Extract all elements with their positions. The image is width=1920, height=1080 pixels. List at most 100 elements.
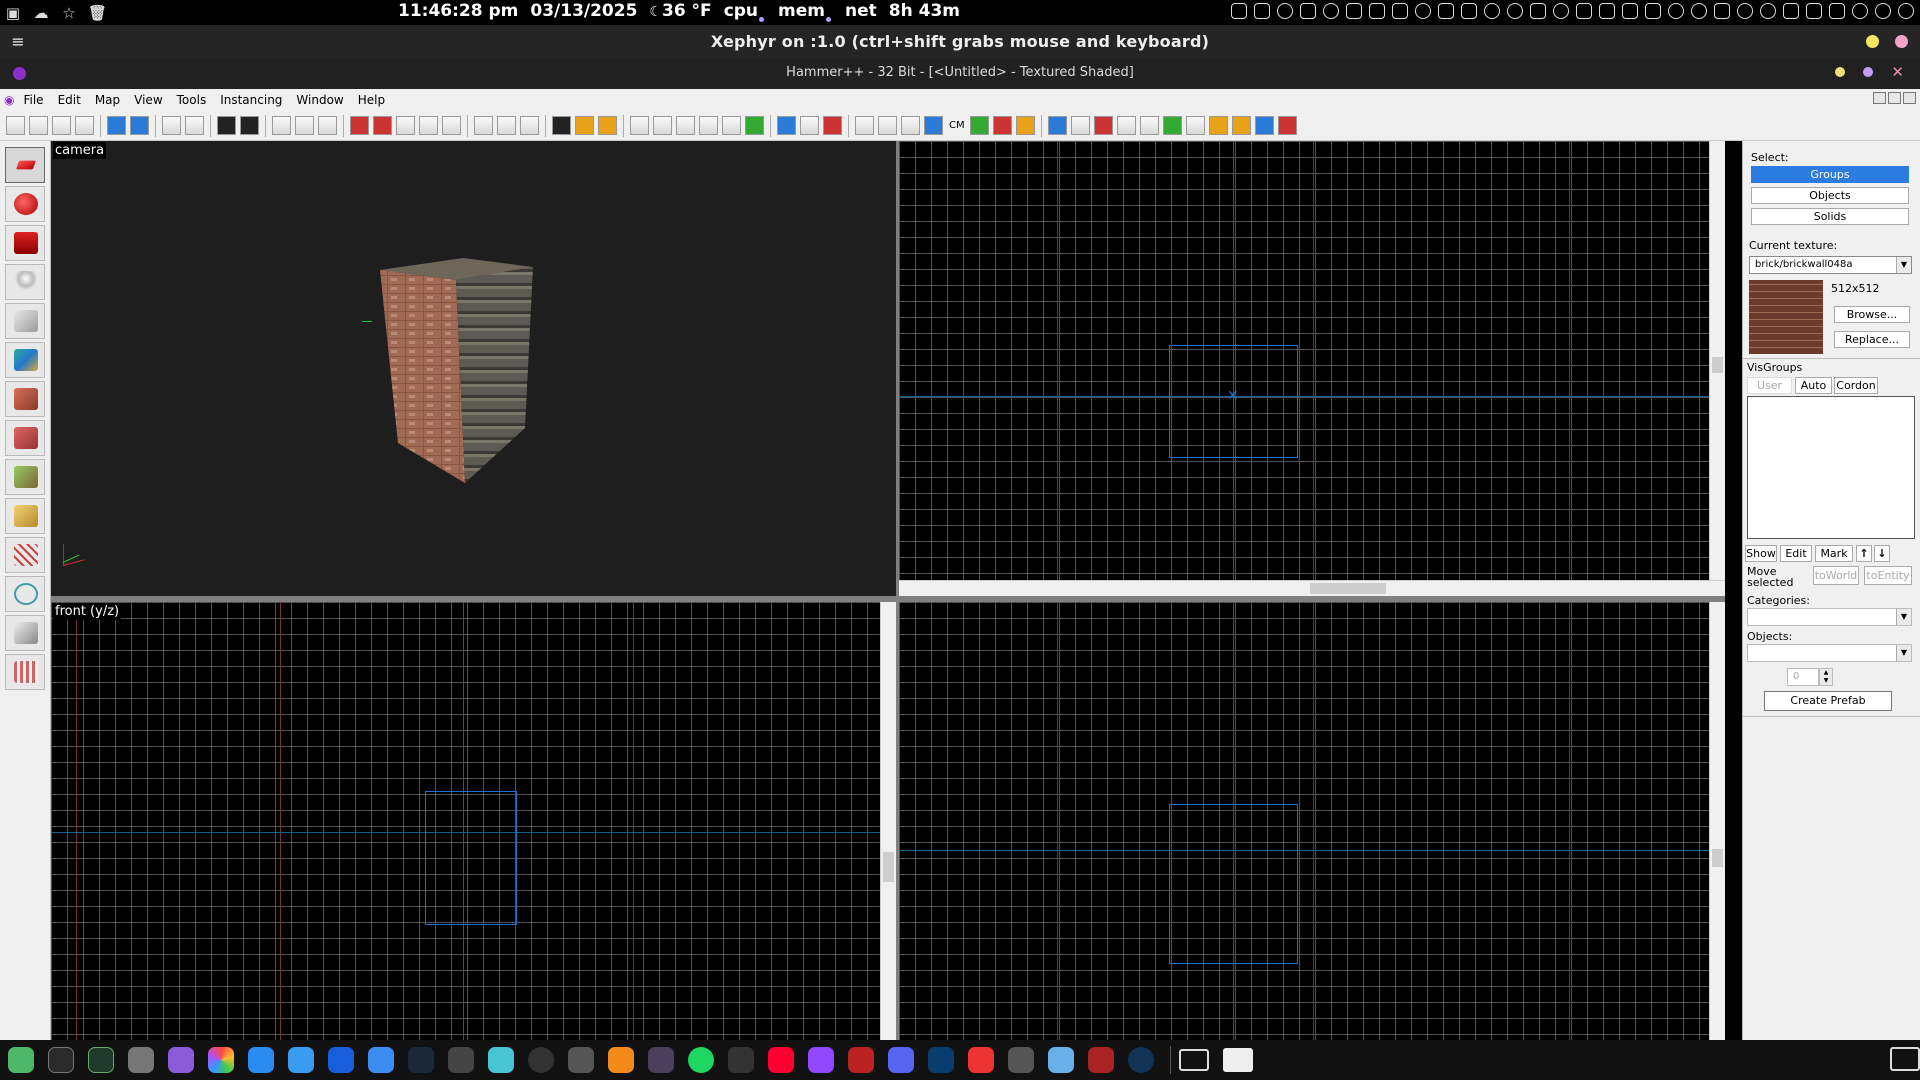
- camera-viewport[interactable]: camera: [51, 141, 896, 596]
- system-monitor-app-icon[interactable]: [88, 1047, 114, 1073]
- texture-app-icon[interactable]: [676, 116, 695, 135]
- steam-app-icon[interactable]: [408, 1047, 434, 1073]
- camera-tool[interactable]: [5, 225, 45, 261]
- select-all-icon[interactable]: [1070, 116, 1090, 135]
- load-icon[interactable]: [240, 116, 259, 135]
- spotify-app-icon[interactable]: [688, 1047, 714, 1073]
- grid-toggle-icon[interactable]: [6, 116, 25, 135]
- app-store-icon[interactable]: [248, 1047, 274, 1073]
- tray-sync-icon[interactable]: [1507, 3, 1523, 19]
- visgroup-mark-button[interactable]: Mark: [1815, 545, 1853, 562]
- tray-clipboard-icon[interactable]: [1346, 3, 1362, 19]
- tray-cursor-icon[interactable]: [1622, 3, 1638, 19]
- model-icon[interactable]: [878, 116, 897, 135]
- top-viewport[interactable]: ✕: [899, 141, 1725, 596]
- menu-window[interactable]: Window: [289, 93, 350, 107]
- viewport-vertical-splitter[interactable]: [896, 141, 899, 1040]
- tray-refresh-icon[interactable]: [1875, 3, 1891, 19]
- tray-record-icon[interactable]: [1323, 3, 1339, 19]
- menu-help[interactable]: Help: [351, 93, 392, 107]
- viewport-horizontal-splitter[interactable]: [51, 596, 1725, 602]
- cut-icon[interactable]: [474, 116, 493, 135]
- screen-app-icon[interactable]: [488, 1047, 514, 1073]
- twitch-app-icon[interactable]: [808, 1047, 834, 1073]
- brush-tool[interactable]: [5, 654, 45, 690]
- brick-cube[interactable]: [370, 258, 575, 483]
- tray-brightness-icon[interactable]: [1691, 3, 1707, 19]
- overlay-tool[interactable]: [5, 459, 45, 495]
- paste-icon[interactable]: [520, 116, 539, 135]
- radius-icon[interactable]: [1185, 116, 1205, 135]
- texture-lock-icon[interactable]: [272, 116, 291, 135]
- tray-book-icon[interactable]: [1392, 3, 1408, 19]
- magnify-tool[interactable]: [5, 186, 45, 222]
- run-map-icon[interactable]: [217, 116, 236, 135]
- prop-icon[interactable]: [1231, 116, 1251, 135]
- hide-others-icon[interactable]: [396, 116, 415, 135]
- discord-app-icon[interactable]: [888, 1047, 914, 1073]
- layout-icon[interactable]: [924, 116, 943, 135]
- visgroup-edit-button[interactable]: Edit: [1780, 545, 1812, 562]
- redo-icon[interactable]: [185, 116, 204, 135]
- bitwarden-app-icon[interactable]: [328, 1047, 354, 1073]
- tray-location-icon[interactable]: [1553, 3, 1569, 19]
- texture-tool[interactable]: [5, 342, 45, 378]
- mdi-minimize-icon[interactable]: [1873, 92, 1886, 104]
- twitch-alt-app-icon[interactable]: [848, 1047, 874, 1073]
- tray-status-icon[interactable]: [1668, 3, 1684, 19]
- copy-icon[interactable]: [497, 116, 516, 135]
- clip-icon[interactable]: [745, 116, 764, 135]
- chevron-down-icon[interactable]: ▼: [1896, 645, 1911, 661]
- arrow-up-icon[interactable]: ↑: [1856, 545, 1872, 562]
- unhide-icon[interactable]: [373, 116, 392, 135]
- select-groups-button[interactable]: Groups: [1751, 166, 1909, 183]
- snap-icon[interactable]: [1047, 116, 1067, 135]
- network-app-icon[interactable]: [1128, 1047, 1154, 1073]
- minimize-dot-icon[interactable]: [1866, 35, 1879, 48]
- tray-power-icon[interactable]: [1898, 3, 1914, 19]
- menu-edit[interactable]: Edit: [51, 93, 88, 107]
- settings-app-icon[interactable]: [1008, 1047, 1034, 1073]
- minimize-icon[interactable]: [1835, 67, 1846, 77]
- menu-view[interactable]: View: [127, 93, 169, 107]
- texture-scale-icon[interactable]: [295, 116, 314, 135]
- path-tool[interactable]: [5, 576, 45, 612]
- chevron-down-icon[interactable]: ▼: [1896, 257, 1911, 273]
- trash-icon[interactable]: 🗑: [88, 4, 107, 22]
- grid-smaller-icon[interactable]: [52, 116, 71, 135]
- flag-icon[interactable]: [1277, 116, 1297, 135]
- files-app-icon[interactable]: [168, 1047, 194, 1073]
- overlay-icon[interactable]: [823, 116, 842, 135]
- entity-tool[interactable]: [5, 264, 45, 300]
- helper-icon[interactable]: [855, 116, 874, 135]
- mdi-restore-icon[interactable]: [1888, 92, 1901, 104]
- tray-notion-icon[interactable]: [1599, 3, 1615, 19]
- cordon-icon[interactable]: [1254, 116, 1274, 135]
- top-horizontal-scrollbar[interactable]: [899, 580, 1725, 596]
- audio-app-icon[interactable]: [648, 1047, 674, 1073]
- tray-drop-icon[interactable]: [1415, 3, 1431, 19]
- block-tool[interactable]: [5, 303, 45, 339]
- menu-file[interactable]: File: [16, 93, 50, 107]
- close-dot-icon[interactable]: [1895, 35, 1908, 48]
- front-vertical-scrollbar[interactable]: [880, 602, 896, 1040]
- decal-icon[interactable]: [598, 116, 617, 135]
- arrow-down-icon[interactable]: ↓: [1874, 545, 1890, 562]
- visgroup-icon[interactable]: [442, 116, 461, 135]
- front-viewport[interactable]: front (y/z): [51, 602, 896, 1040]
- create-prefab-button[interactable]: Create Prefab: [1764, 691, 1892, 711]
- apply-texture-tool[interactable]: [5, 381, 45, 417]
- current-texture-combo[interactable]: brick/brickwall048a ▼: [1749, 256, 1912, 274]
- editor-app-icon[interactable]: [288, 1047, 314, 1073]
- chevron-down-icon[interactable]: ▼: [1896, 609, 1911, 625]
- wavebox-app-icon[interactable]: [448, 1047, 474, 1073]
- window-2-icon[interactable]: [1223, 1048, 1253, 1072]
- objects-combo[interactable]: ▼: [1747, 644, 1912, 662]
- check-problems-icon[interactable]: [1093, 116, 1113, 135]
- tray-night-icon[interactable]: [1852, 3, 1868, 19]
- to-world-button[interactable]: toWorld: [1813, 566, 1859, 585]
- threads-app-icon[interactable]: [528, 1047, 554, 1073]
- proton-app-icon[interactable]: [728, 1047, 754, 1073]
- sprite-icon[interactable]: [1015, 116, 1035, 135]
- visgroup-show-button[interactable]: Show: [1745, 545, 1777, 562]
